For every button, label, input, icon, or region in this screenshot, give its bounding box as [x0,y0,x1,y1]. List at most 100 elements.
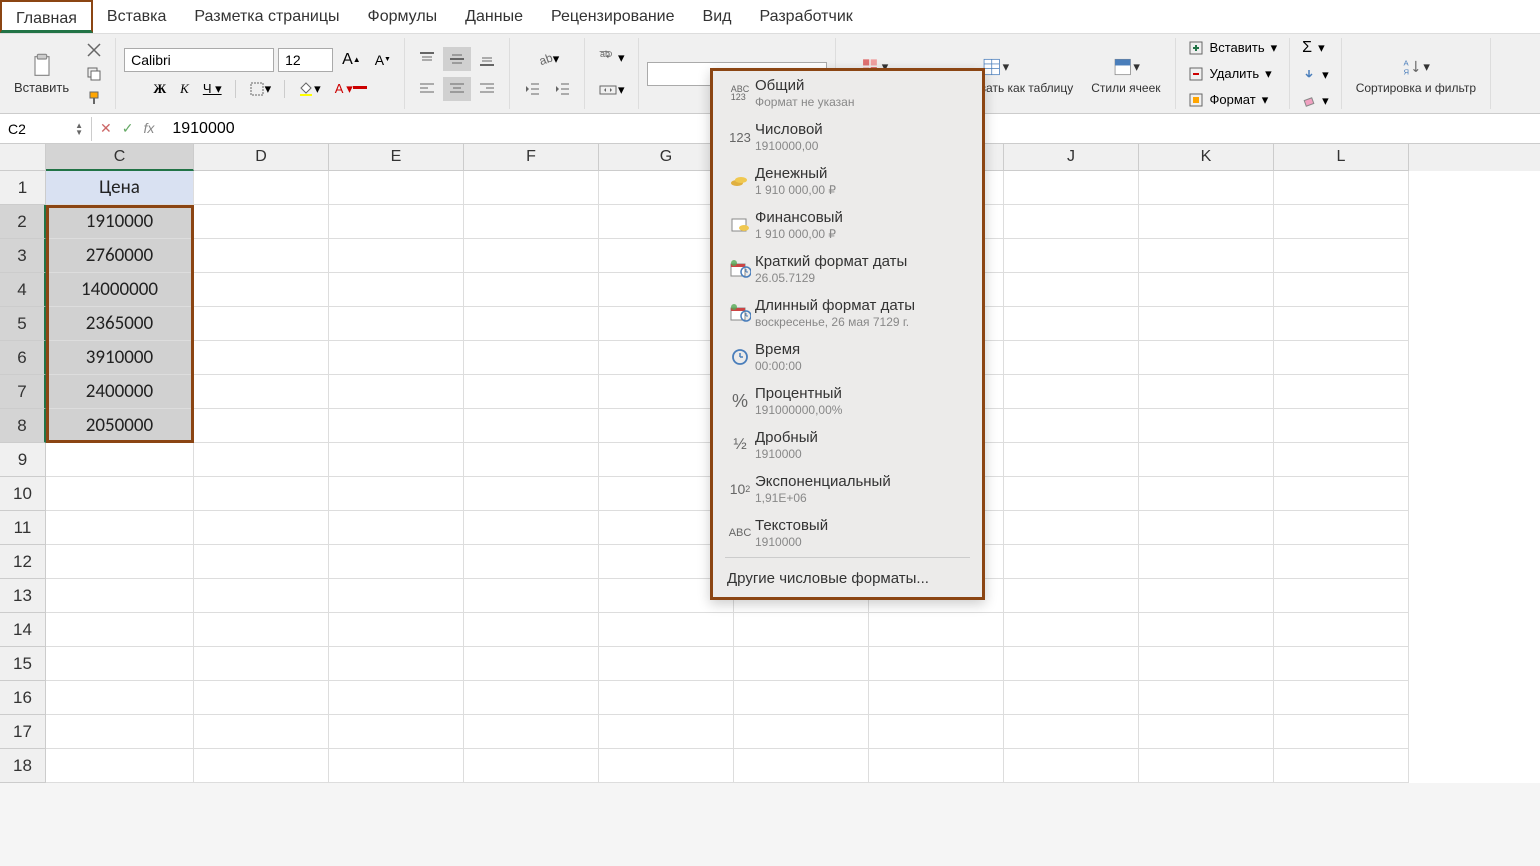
cell-E1[interactable] [329,171,464,205]
row-header-11[interactable]: 11 [0,511,46,545]
cell-J18[interactable] [1004,749,1139,783]
cell-D15[interactable] [194,647,329,681]
font-name-select[interactable] [124,48,274,72]
cell-E7[interactable] [329,375,464,409]
cell-E6[interactable] [329,341,464,375]
tab-formulas[interactable]: Формулы [354,0,452,33]
cell-D16[interactable] [194,681,329,715]
insert-cells-button[interactable]: Вставить ▾ [1184,38,1282,58]
format-scientific-item[interactable]: 102 Экспоненциальный1,91E+06 [713,467,982,511]
cell-J4[interactable] [1004,273,1139,307]
cell-D5[interactable] [194,307,329,341]
cell-F1[interactable] [464,171,599,205]
column-header-L[interactable]: L [1274,144,1409,171]
cell-E8[interactable] [329,409,464,443]
cell-L3[interactable] [1274,239,1409,273]
bold-button[interactable]: Ж [148,78,171,100]
format-general-item[interactable]: ABC123 ОбщийФормат не указан [713,71,982,115]
cell-C12[interactable] [46,545,194,579]
italic-button[interactable]: К [175,78,194,100]
cell-K9[interactable] [1139,443,1274,477]
paste-button[interactable]: Вставить [8,50,75,97]
cell-L18[interactable] [1274,749,1409,783]
cell-L14[interactable] [1274,613,1409,647]
cell-L11[interactable] [1274,511,1409,545]
cell-J5[interactable] [1004,307,1139,341]
cell-C1[interactable]: Цена [46,171,194,205]
wrap-text-button[interactable]: ab ▾ [593,45,630,71]
cut-button[interactable] [81,39,107,61]
cell-L1[interactable] [1274,171,1409,205]
format-painter-button[interactable] [81,87,107,109]
cell-K14[interactable] [1139,613,1274,647]
column-header-C[interactable]: C [46,144,194,171]
cell-E15[interactable] [329,647,464,681]
column-header-K[interactable]: K [1139,144,1274,171]
cell-K4[interactable] [1139,273,1274,307]
format-accounting-item[interactable]: Финансовый1 910 000,00 ₽ [713,203,982,247]
cell-C14[interactable] [46,613,194,647]
cell-C9[interactable] [46,443,194,477]
cell-C6[interactable]: 3910000 [46,341,194,375]
cell-I16[interactable] [869,681,1004,715]
increase-indent-button[interactable] [548,77,576,101]
cell-J7[interactable] [1004,375,1139,409]
row-header-10[interactable]: 10 [0,477,46,511]
align-bottom-button[interactable] [473,47,501,71]
cell-L9[interactable] [1274,443,1409,477]
cell-K12[interactable] [1139,545,1274,579]
tab-page-layout[interactable]: Разметка страницы [180,0,353,33]
cell-L17[interactable] [1274,715,1409,749]
cell-L12[interactable] [1274,545,1409,579]
cell-L5[interactable] [1274,307,1409,341]
cell-H16[interactable] [734,681,869,715]
cell-K6[interactable] [1139,341,1274,375]
cell-C11[interactable] [46,511,194,545]
cell-D17[interactable] [194,715,329,749]
cell-F4[interactable] [464,273,599,307]
format-number-item[interactable]: 123 Числовой1910000,00 [713,115,982,159]
font-color-button[interactable]: A ▾ [330,78,372,100]
format-currency-item[interactable]: Денежный1 910 000,00 ₽ [713,159,982,203]
row-header-1[interactable]: 1 [0,171,46,205]
format-text-item[interactable]: ABC Текстовый1910000 [713,511,982,555]
cell-J17[interactable] [1004,715,1139,749]
cell-K17[interactable] [1139,715,1274,749]
decrease-indent-button[interactable] [518,77,546,101]
row-header-16[interactable]: 16 [0,681,46,715]
cell-F3[interactable] [464,239,599,273]
cell-D10[interactable] [194,477,329,511]
align-middle-button[interactable] [443,47,471,71]
cell-J8[interactable] [1004,409,1139,443]
cell-J11[interactable] [1004,511,1139,545]
cell-C4[interactable]: 14000000 [46,273,194,307]
cell-F10[interactable] [464,477,599,511]
row-header-9[interactable]: 9 [0,443,46,477]
cell-F13[interactable] [464,579,599,613]
cell-K8[interactable] [1139,409,1274,443]
row-header-17[interactable]: 17 [0,715,46,749]
column-header-F[interactable]: F [464,144,599,171]
underline-button[interactable]: Ч ▾ [198,78,227,100]
cell-C5[interactable]: 2365000 [46,307,194,341]
cell-G18[interactable] [599,749,734,783]
cell-F8[interactable] [464,409,599,443]
cell-C16[interactable] [46,681,194,715]
row-header-5[interactable]: 5 [0,307,46,341]
cell-F12[interactable] [464,545,599,579]
row-header-15[interactable]: 15 [0,647,46,681]
cell-E17[interactable] [329,715,464,749]
format-time-item[interactable]: Время00:00:00 [713,335,982,379]
row-header-3[interactable]: 3 [0,239,46,273]
cell-K3[interactable] [1139,239,1274,273]
align-left-button[interactable] [413,77,441,101]
row-header-7[interactable]: 7 [0,375,46,409]
cell-D2[interactable] [194,205,329,239]
cell-D6[interactable] [194,341,329,375]
cell-E14[interactable] [329,613,464,647]
cell-L8[interactable] [1274,409,1409,443]
fx-icon[interactable]: fx [143,120,154,137]
cell-I17[interactable] [869,715,1004,749]
cell-styles-button[interactable]: ▾ Стили ячеек [1085,51,1166,97]
row-header-6[interactable]: 6 [0,341,46,375]
